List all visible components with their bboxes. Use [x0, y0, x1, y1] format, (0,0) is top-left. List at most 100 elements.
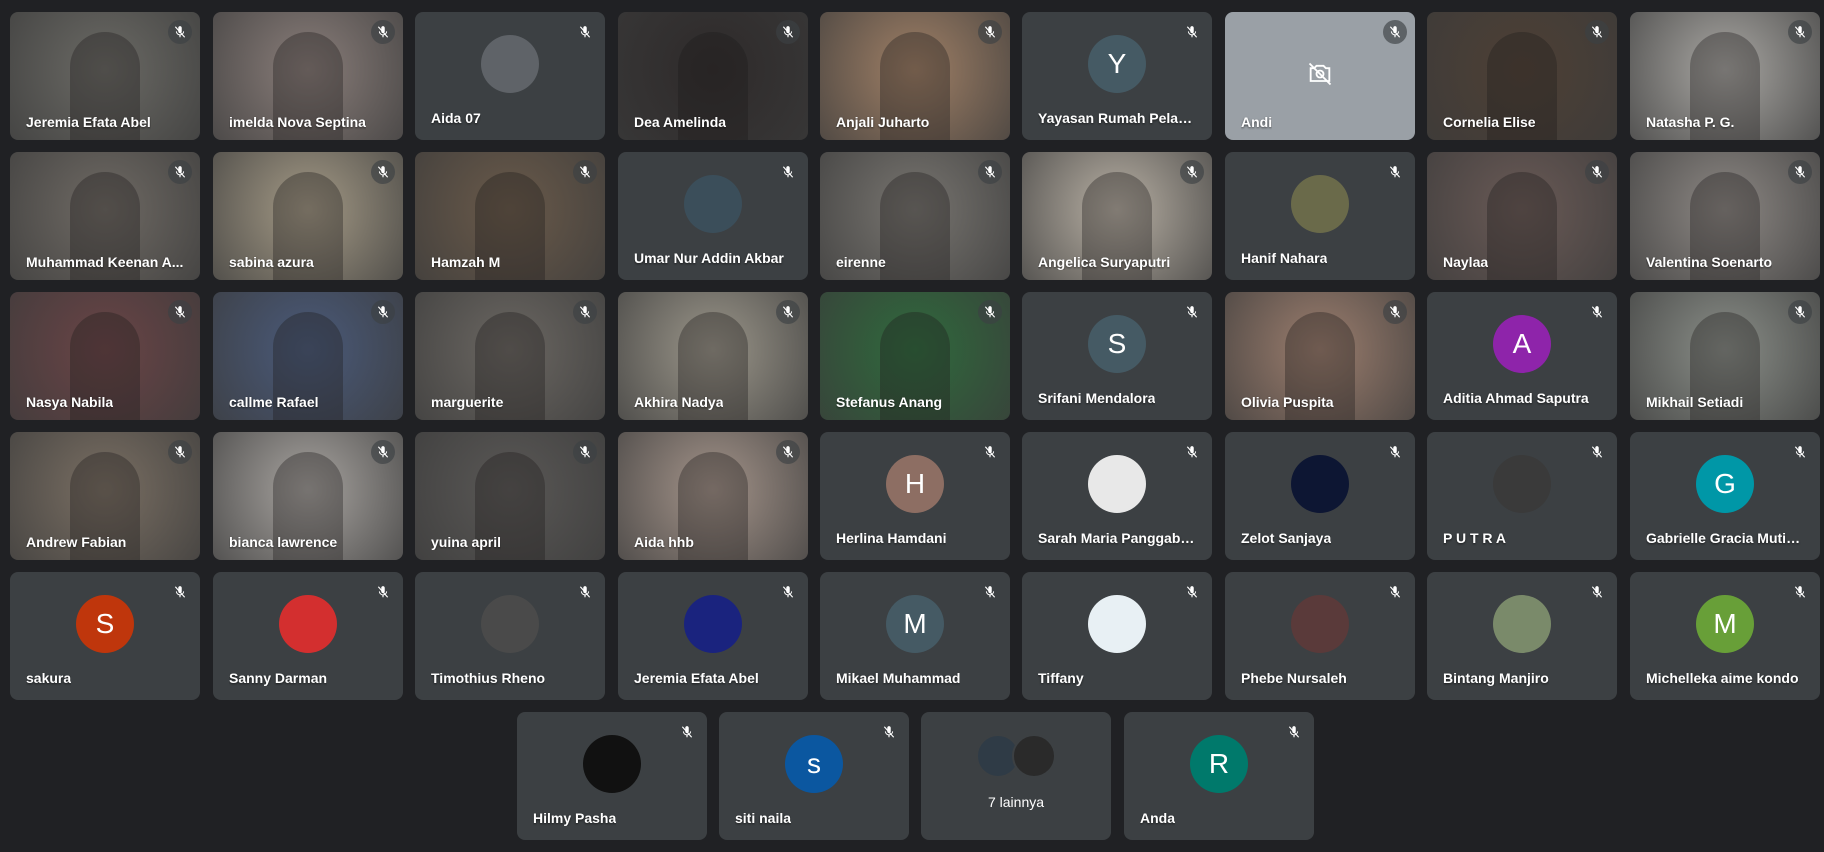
mic-off-icon — [1585, 440, 1609, 464]
participant-tile[interactable]: Mikhail Setiadi — [1630, 292, 1820, 420]
camera-off-icon — [1306, 60, 1334, 93]
participant-tile[interactable]: Jeremia Efata Abel — [618, 572, 808, 700]
participant-tile[interactable]: Stefanus Anang — [820, 292, 1010, 420]
avatar: R — [1190, 735, 1248, 793]
mic-off-icon — [1282, 720, 1306, 744]
avatar — [1291, 175, 1349, 233]
more-participants-avatars — [976, 734, 1056, 778]
mic-off-icon — [1180, 440, 1204, 464]
participant-name: Zelot Sanjaya — [1241, 530, 1332, 546]
participant-tile[interactable]: H Herlina Hamdani — [820, 432, 1010, 560]
mic-off-icon — [1180, 580, 1204, 604]
mic-off-icon — [168, 580, 192, 604]
mic-off-icon — [1585, 300, 1609, 324]
participant-name: yuina april — [431, 534, 502, 550]
participant-tile[interactable]: Tiffany — [1022, 572, 1212, 700]
participant-tile[interactable]: Sanny Darman — [213, 572, 403, 700]
mic-off-icon — [1788, 160, 1812, 184]
participant-tile[interactable]: S Srifani Mendalora — [1022, 292, 1212, 420]
mic-off-icon — [371, 440, 395, 464]
mic-off-icon — [168, 160, 192, 184]
participant-name: Anda — [1140, 810, 1175, 826]
mic-off-icon — [1788, 20, 1812, 44]
participant-name: Anjali Juharto — [836, 114, 930, 130]
participant-tile[interactable]: G Gabrielle Gracia Mutiar... — [1630, 432, 1820, 560]
participant-tile[interactable]: Naylaa — [1427, 152, 1617, 280]
avatar — [481, 595, 539, 653]
participant-tile[interactable]: Olivia Puspita — [1225, 292, 1415, 420]
participant-tile[interactable]: Jeremia Efata Abel — [10, 12, 200, 140]
participant-name: Hilmy Pasha — [533, 810, 617, 826]
participant-tile[interactable]: Muhammad Keenan A... — [10, 152, 200, 280]
mic-off-icon — [1788, 300, 1812, 324]
participant-name: Bintang Manjiro — [1443, 670, 1549, 686]
participant-tile[interactable]: Bintang Manjiro — [1427, 572, 1617, 700]
participant-name: Srifani Mendalora — [1038, 390, 1156, 406]
mic-off-icon — [978, 580, 1002, 604]
participant-tile[interactable]: 7 lainnya — [921, 712, 1111, 840]
participant-name: Jeremia Efata Abel — [26, 114, 151, 130]
participant-tile[interactable]: Aida 07 — [415, 12, 605, 140]
mic-off-icon — [877, 720, 901, 744]
participant-tile[interactable]: Nasya Nabila — [10, 292, 200, 420]
participant-name: sabina azura — [229, 254, 314, 270]
mic-off-icon — [1585, 580, 1609, 604]
participant-name: Jeremia Efata Abel — [634, 670, 759, 686]
avatar — [684, 595, 742, 653]
avatar — [1291, 595, 1349, 653]
participant-name: Nasya Nabila — [26, 394, 114, 410]
participant-tile[interactable]: R Anda — [1124, 712, 1314, 840]
participant-name: Naylaa — [1443, 254, 1489, 270]
participant-tile[interactable]: bianca lawrence — [213, 432, 403, 560]
participant-tile[interactable]: Hilmy Pasha — [517, 712, 707, 840]
avatar — [1088, 595, 1146, 653]
participant-tile[interactable]: Andi — [1225, 12, 1415, 140]
participant-tile[interactable]: Valentina Soenarto — [1630, 152, 1820, 280]
participant-tile[interactable]: Natasha P. G. — [1630, 12, 1820, 140]
mic-off-icon — [1383, 160, 1407, 184]
mic-off-icon — [1383, 580, 1407, 604]
participant-name: P U T R A — [1443, 530, 1507, 546]
participant-tile[interactable]: Hamzah M — [415, 152, 605, 280]
participant-name: imelda Nova Septina — [229, 114, 366, 130]
participant-tile[interactable]: Angelica Suryaputri — [1022, 152, 1212, 280]
participant-tile[interactable]: Y Yayasan Rumah Pelangi... — [1022, 12, 1212, 140]
participant-name: Valentina Soenarto — [1646, 254, 1773, 270]
participant-tile[interactable]: Andrew Fabian — [10, 432, 200, 560]
participant-tile[interactable]: Cornelia Elise — [1427, 12, 1617, 140]
participant-name: Sarah Maria Panggabean — [1038, 530, 1198, 546]
participant-tile[interactable]: Akhira Nadya — [618, 292, 808, 420]
participant-tile[interactable]: eirenne — [820, 152, 1010, 280]
mic-off-icon — [978, 300, 1002, 324]
participant-tile[interactable]: P U T R A — [1427, 432, 1617, 560]
participant-tile[interactable]: M Mikael Muhammad — [820, 572, 1010, 700]
participant-tile[interactable]: Aida hhb — [618, 432, 808, 560]
mic-off-icon — [371, 160, 395, 184]
participant-tile[interactable]: marguerite — [415, 292, 605, 420]
avatar: Y — [1088, 35, 1146, 93]
participant-tile[interactable]: Dea Amelinda — [618, 12, 808, 140]
participant-name: Cornelia Elise — [1443, 114, 1536, 130]
mic-off-icon — [371, 20, 395, 44]
avatar — [1088, 455, 1146, 513]
participant-tile[interactable]: M Michelleka aime kondo — [1630, 572, 1820, 700]
participant-name: Aida hhb — [634, 534, 694, 550]
participant-tile[interactable]: callme Rafael — [213, 292, 403, 420]
mic-off-icon — [1585, 160, 1609, 184]
participant-tile[interactable]: Anjali Juharto — [820, 12, 1010, 140]
participant-tile[interactable]: Hanif Nahara — [1225, 152, 1415, 280]
participant-tile[interactable]: yuina april — [415, 432, 605, 560]
participant-tile[interactable]: Ssakura — [10, 572, 200, 700]
participant-tile[interactable]: Phebe Nursaleh — [1225, 572, 1415, 700]
participant-tile[interactable]: Timothius Rheno — [415, 572, 605, 700]
participant-tile[interactable]: Sarah Maria Panggabean — [1022, 432, 1212, 560]
participant-tile[interactable]: Umar Nur Addin Akbar — [618, 152, 808, 280]
video-feed — [1487, 172, 1557, 280]
participant-tile[interactable]: Zelot Sanjaya — [1225, 432, 1415, 560]
mic-off-icon — [776, 20, 800, 44]
participant-tile[interactable]: sabina azura — [213, 152, 403, 280]
avatar: H — [886, 455, 944, 513]
participant-tile[interactable]: A Aditia Ahmad Saputra — [1427, 292, 1617, 420]
participant-tile[interactable]: imelda Nova Septina — [213, 12, 403, 140]
participant-tile[interactable]: s siti naila — [719, 712, 909, 840]
